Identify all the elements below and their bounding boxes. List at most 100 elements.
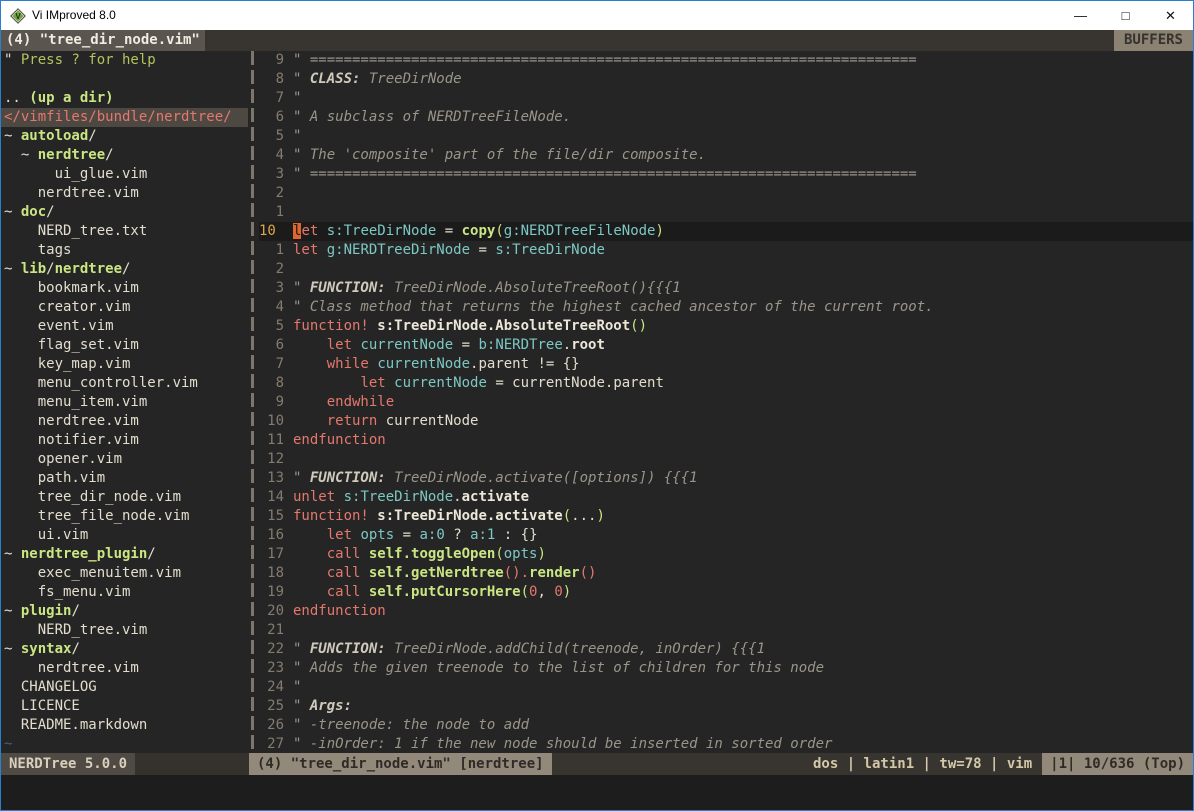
code-line[interactable]: 2 bbox=[259, 260, 1193, 279]
code-segment-tx bbox=[293, 394, 327, 410]
tree-item[interactable]: ~ autoload/ bbox=[1, 127, 248, 146]
code-line[interactable]: 18 call self.getNerdtree().render() bbox=[259, 564, 1193, 583]
tree-item[interactable]: fs_menu.vim bbox=[1, 583, 248, 602]
code-line[interactable]: 8 let currentNode = currentNode.parent bbox=[259, 374, 1193, 393]
code-line[interactable]: 27" -inOrder: 1 if the new node should b… bbox=[259, 735, 1193, 753]
close-button[interactable]: ✕ bbox=[1148, 1, 1193, 30]
code-line[interactable]: 1 bbox=[259, 203, 1193, 222]
line-number: 20 bbox=[259, 602, 284, 621]
minimize-button[interactable]: — bbox=[1058, 1, 1103, 30]
code-segment-tx bbox=[4, 337, 38, 353]
code-line[interactable]: 8" CLASS: TreeDirNode bbox=[259, 70, 1193, 89]
code-line[interactable]: 19 call self.putCursorHere(0, 0) bbox=[259, 583, 1193, 602]
code-line[interactable]: 4" Class method that returns the highest… bbox=[259, 298, 1193, 317]
code-segment-file: NERD_tree.txt bbox=[38, 223, 148, 239]
code-line[interactable]: 4" The 'composite' part of the file/dir … bbox=[259, 146, 1193, 165]
code-line[interactable]: 3" =====================================… bbox=[259, 165, 1193, 184]
tree-item[interactable]: creator.vim bbox=[1, 298, 248, 317]
tree-item[interactable]: ~ lib/nerdtree/ bbox=[1, 260, 248, 279]
code-line-current[interactable]: 10let s:TreeDirNode = copy(g:NERDTreeFil… bbox=[259, 222, 1193, 241]
code-line[interactable]: 6 let currentNode = b:NERDTree.root bbox=[259, 336, 1193, 355]
code-segment-fn: self.getNerdtree bbox=[369, 565, 504, 581]
code-segment-tx bbox=[4, 432, 38, 448]
code-line[interactable]: 3" FUNCTION: TreeDirNode.AbsoluteTreeRoo… bbox=[259, 279, 1193, 298]
tree-item[interactable]: exec_menuitem.vim bbox=[1, 564, 248, 583]
code-line[interactable]: 5" bbox=[259, 127, 1193, 146]
code-segment-cmt: Args: bbox=[310, 698, 352, 714]
tree-item[interactable]: notifier.vim bbox=[1, 431, 248, 450]
code-line[interactable]: 15function! s:TreeDirNode.activate(...) bbox=[259, 507, 1193, 526]
code-line[interactable]: 13" FUNCTION: TreeDirNode.activate([opti… bbox=[259, 469, 1193, 488]
tree-root-item[interactable]: </vimfiles/bundle/nerdtree/ bbox=[1, 108, 248, 127]
code-line[interactable]: 9" =====================================… bbox=[259, 51, 1193, 70]
code-line[interactable]: 16 let opts = a:0 ? a:1 : {} bbox=[259, 526, 1193, 545]
tree-item[interactable]: menu_controller.vim bbox=[1, 374, 248, 393]
code-line[interactable]: 7 while currentNode.parent != {} bbox=[259, 355, 1193, 374]
line-number: 7 bbox=[259, 355, 284, 374]
tree-item[interactable]: CHANGELOG bbox=[1, 678, 248, 697]
tree-item[interactable]: path.vim bbox=[1, 469, 248, 488]
code-line[interactable]: 9 endwhile bbox=[259, 393, 1193, 412]
code-segment-tx bbox=[4, 470, 38, 486]
tree-item[interactable]: tags bbox=[1, 241, 248, 260]
tree-item[interactable]: tree_file_node.vim bbox=[1, 507, 248, 526]
tree-item[interactable]: NERD_tree.vim bbox=[1, 621, 248, 640]
tree-item[interactable]: README.markdown bbox=[1, 716, 248, 735]
tree-item[interactable]: ui.vim bbox=[1, 526, 248, 545]
code-segment-nm: 0 bbox=[554, 584, 562, 600]
tree-item[interactable]: key_map.vim bbox=[1, 355, 248, 374]
tree-item[interactable]: nerdtree.vim bbox=[1, 412, 248, 431]
tree-item[interactable]: menu_item.vim bbox=[1, 393, 248, 412]
code-line[interactable]: 1let g:NERDTreeDirNode = s:TreeDirNode bbox=[259, 241, 1193, 260]
command-line[interactable] bbox=[1, 775, 1193, 810]
tree-item[interactable]: ui_glue.vim bbox=[1, 165, 248, 184]
line-number: 10 bbox=[259, 222, 289, 241]
tree-item[interactable]: ~ bbox=[1, 735, 248, 753]
window-separator[interactable] bbox=[248, 51, 259, 753]
tree-item[interactable]: " Press ? for help bbox=[1, 51, 248, 70]
code-line[interactable]: 5function! s:TreeDirNode.AbsoluteTreeRoo… bbox=[259, 317, 1193, 336]
tree-item[interactable]: nerdtree.vim bbox=[1, 184, 248, 203]
tree-item[interactable]: event.vim bbox=[1, 317, 248, 336]
code-line[interactable]: 11endfunction bbox=[259, 431, 1193, 450]
maximize-button[interactable]: □ bbox=[1103, 1, 1148, 30]
tree-item[interactable]: opener.vim bbox=[1, 450, 248, 469]
tree-item[interactable]: ~ plugin/ bbox=[1, 602, 248, 621]
code-line[interactable]: 17 call self.toggleOpen(opts) bbox=[259, 545, 1193, 564]
code-segment-tx bbox=[4, 679, 21, 695]
tree-item[interactable]: tree_dir_node.vim bbox=[1, 488, 248, 507]
code-line[interactable]: 10 return currentNode bbox=[259, 412, 1193, 431]
code-segment-id: a:0 bbox=[419, 527, 444, 543]
tree-item[interactable]: .. (up a dir) bbox=[1, 89, 248, 108]
line-number: 5 bbox=[259, 127, 284, 146]
code-segment-kw: let bbox=[293, 242, 318, 258]
tree-item[interactable]: ~ syntax/ bbox=[1, 640, 248, 659]
code-line[interactable]: 22" FUNCTION: TreeDirNode.addChild(treen… bbox=[259, 640, 1193, 659]
code-line[interactable]: 6" A subclass of NERDTreeFileNode. bbox=[259, 108, 1193, 127]
code-line[interactable]: 14unlet s:TreeDirNode.activate bbox=[259, 488, 1193, 507]
tree-item[interactable]: ~ nerdtree/ bbox=[1, 146, 248, 165]
tree-item[interactable]: nerdtree.vim bbox=[1, 659, 248, 678]
code-line[interactable]: 12 bbox=[259, 450, 1193, 469]
code-line[interactable]: 26" -treenode: the node to add bbox=[259, 716, 1193, 735]
code-segment-cm: " bbox=[293, 698, 310, 714]
code-segment-file: bookmark.vim bbox=[38, 280, 139, 296]
tree-item[interactable]: bookmark.vim bbox=[1, 279, 248, 298]
tab-tree-dir-node[interactable]: (4) "tree_dir_node.vim" bbox=[1, 30, 205, 51]
code-segment-id: b:NERDTree bbox=[478, 337, 562, 353]
tree-item[interactable]: ~ nerdtree_plugin/ bbox=[1, 545, 248, 564]
code-line[interactable]: 7" bbox=[259, 89, 1193, 108]
code-line[interactable]: 24" bbox=[259, 678, 1193, 697]
code-line[interactable]: 2 bbox=[259, 184, 1193, 203]
tree-item[interactable]: ~ doc/ bbox=[1, 203, 248, 222]
tree-item[interactable]: flag_set.vim bbox=[1, 336, 248, 355]
code-line[interactable]: 21 bbox=[259, 621, 1193, 640]
code-line[interactable]: 20endfunction bbox=[259, 602, 1193, 621]
code-line[interactable]: 23" Adds the given treenode to the list … bbox=[259, 659, 1193, 678]
code-line[interactable]: 25" Args: bbox=[259, 697, 1193, 716]
code-segment-tx: ~ bbox=[4, 546, 21, 562]
tree-item[interactable]: NERD_tree.txt bbox=[1, 222, 248, 241]
tree-item[interactable]: LICENCE bbox=[1, 697, 248, 716]
tree-item[interactable] bbox=[1, 70, 248, 89]
tabline-fill bbox=[205, 30, 1114, 51]
